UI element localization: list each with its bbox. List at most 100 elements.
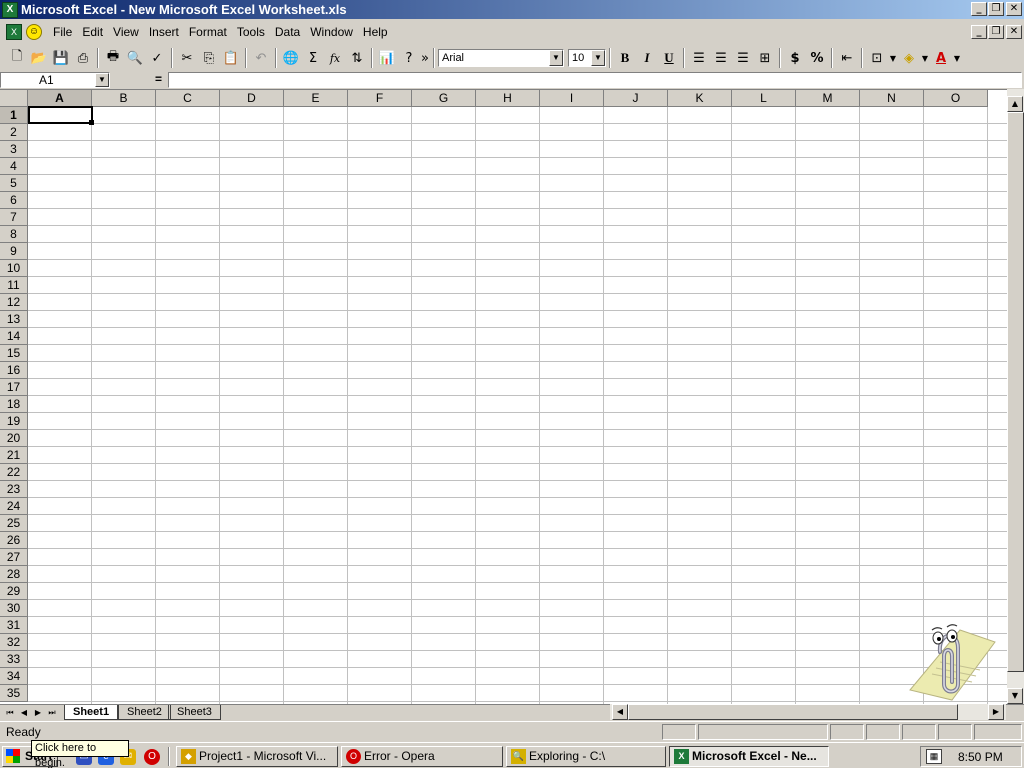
open-icon[interactable]: 📂 <box>28 47 50 69</box>
opera-icon[interactable]: O <box>144 749 160 765</box>
close-button[interactable]: ✕ <box>1006 2 1022 16</box>
chart-wizard-icon[interactable]: 📊 <box>376 47 398 69</box>
doc-minimize-button[interactable]: _ <box>971 25 987 39</box>
row-header[interactable]: 26 <box>0 532 28 549</box>
font-color-icon[interactable]: A <box>930 47 952 69</box>
row-header[interactable]: 19 <box>0 413 28 430</box>
spelling-icon[interactable]: ✓ <box>146 47 168 69</box>
align-center-icon[interactable]: ☰ <box>710 47 732 69</box>
scroll-up-button[interactable]: ▲ <box>1007 96 1023 112</box>
formula-input[interactable] <box>168 72 1022 88</box>
column-header[interactable]: I <box>540 90 604 107</box>
row-header[interactable]: 31 <box>0 617 28 634</box>
font-name-select[interactable]: Arial ▼ <box>438 49 564 67</box>
prev-sheet-button[interactable]: ◀ <box>17 706 31 720</box>
cell-area[interactable] <box>28 107 1007 705</box>
row-header[interactable]: 17 <box>0 379 28 396</box>
align-right-icon[interactable]: ☰ <box>732 47 754 69</box>
row-header[interactable]: 9 <box>0 243 28 260</box>
help-icon[interactable]: ? <box>398 47 420 69</box>
permission-icon[interactable]: ⎙ <box>72 47 94 69</box>
restore-button[interactable]: ❐ <box>988 2 1004 16</box>
undo-icon[interactable]: ↶ <box>250 47 272 69</box>
column-header[interactable]: B <box>92 90 156 107</box>
row-header[interactable]: 6 <box>0 192 28 209</box>
horizontal-scroll-thumb[interactable] <box>628 704 958 720</box>
column-header[interactable]: C <box>156 90 220 107</box>
edit-formula-button[interactable]: = <box>110 72 168 88</box>
title-bar[interactable]: X Microsoft Excel - New Microsoft Excel … <box>0 0 1024 19</box>
chevron-down-icon[interactable]: ▼ <box>95 73 109 87</box>
menu-window[interactable]: Window <box>305 25 358 39</box>
row-header[interactable]: 13 <box>0 311 28 328</box>
italic-button[interactable]: I <box>636 47 658 69</box>
row-header[interactable]: 24 <box>0 498 28 515</box>
row-header[interactable]: 11 <box>0 277 28 294</box>
row-header[interactable]: 23 <box>0 481 28 498</box>
document-icon[interactable]: X <box>6 24 22 40</box>
autosum-icon[interactable]: Σ <box>302 47 324 69</box>
clock[interactable]: 8:50 PM <box>958 750 1003 764</box>
fill-color-icon[interactable]: ◈ <box>898 47 920 69</box>
column-header[interactable]: G <box>412 90 476 107</box>
row-header[interactable]: 25 <box>0 515 28 532</box>
row-header[interactable]: 14 <box>0 328 28 345</box>
doc-restore-button[interactable]: ❐ <box>988 25 1004 39</box>
row-header[interactable]: 12 <box>0 294 28 311</box>
menu-view[interactable]: View <box>108 25 144 39</box>
row-header[interactable]: 34 <box>0 668 28 685</box>
row-header[interactable]: 15 <box>0 345 28 362</box>
menu-help[interactable]: Help <box>358 25 393 39</box>
scroll-right-button[interactable]: ▶ <box>988 704 1004 720</box>
menu-format[interactable]: Format <box>184 25 232 39</box>
chevron-down-icon[interactable]: ▼ <box>952 47 962 69</box>
row-header[interactable]: 5 <box>0 175 28 192</box>
column-header[interactable]: N <box>860 90 924 107</box>
new-icon[interactable]: 🗋 <box>6 47 28 69</box>
row-header[interactable]: 35 <box>0 685 28 702</box>
task-project1[interactable]: ◆ Project1 - Microsoft Vi... <box>176 746 338 767</box>
row-header[interactable]: 8 <box>0 226 28 243</box>
row-header[interactable]: 21 <box>0 447 28 464</box>
row-header[interactable]: 33 <box>0 651 28 668</box>
next-sheet-button[interactable]: ▶ <box>31 706 45 720</box>
row-header[interactable]: 22 <box>0 464 28 481</box>
sheet-tab-sheet3[interactable]: Sheet3 <box>168 705 221 720</box>
paste-icon[interactable]: 📋 <box>220 47 242 69</box>
chevron-down-icon[interactable]: ▼ <box>591 50 605 66</box>
row-header[interactable]: 27 <box>0 549 28 566</box>
row-header[interactable]: 3 <box>0 141 28 158</box>
row-header[interactable]: 4 <box>0 158 28 175</box>
scroll-left-button[interactable]: ◀ <box>612 704 628 720</box>
print-icon[interactable]: 🖶 <box>102 47 124 69</box>
more-buttons-icon[interactable]: » <box>420 47 430 69</box>
sheet-tab-sheet2[interactable]: Sheet2 <box>118 705 171 720</box>
select-all-button[interactable] <box>0 90 28 107</box>
percent-button[interactable]: % <box>806 47 828 69</box>
merge-center-icon[interactable]: ⊞ <box>754 47 776 69</box>
column-header[interactable]: A <box>28 90 92 107</box>
row-header[interactable]: 7 <box>0 209 28 226</box>
column-header[interactable]: E <box>284 90 348 107</box>
row-header[interactable]: 18 <box>0 396 28 413</box>
align-left-icon[interactable]: ☰ <box>688 47 710 69</box>
sheet-tab-sheet1[interactable]: Sheet1 <box>64 705 119 720</box>
office-assistant-icon[interactable]: ☺ <box>26 24 42 40</box>
underline-button[interactable]: U <box>658 47 680 69</box>
print-preview-icon[interactable]: 🔍 <box>124 47 146 69</box>
worksheet-grid[interactable]: ABCDEFGHIJKLMNO 1 2 3 4 5 6 7 8 9 10 11 12 13 14 15 16 1… <box>0 89 1024 705</box>
menu-edit[interactable]: Edit <box>77 25 108 39</box>
last-sheet-button[interactable]: ⏭ <box>45 706 59 720</box>
office-assistant-clippy[interactable] <box>900 612 1000 702</box>
active-cell[interactable] <box>28 106 93 124</box>
task-exploring[interactable]: 🔍 Exploring - C:\ <box>506 746 666 767</box>
column-header[interactable]: K <box>668 90 732 107</box>
hyperlink-icon[interactable]: 🌐 <box>280 47 302 69</box>
column-header[interactable]: H <box>476 90 540 107</box>
minimize-button[interactable]: _ <box>971 2 987 16</box>
function-icon[interactable]: fx <box>324 47 346 69</box>
row-header[interactable]: 20 <box>0 430 28 447</box>
row-header[interactable]: 28 <box>0 566 28 583</box>
column-header[interactable]: O <box>924 90 988 107</box>
font-size-select[interactable]: 10 ▼ <box>568 49 606 67</box>
